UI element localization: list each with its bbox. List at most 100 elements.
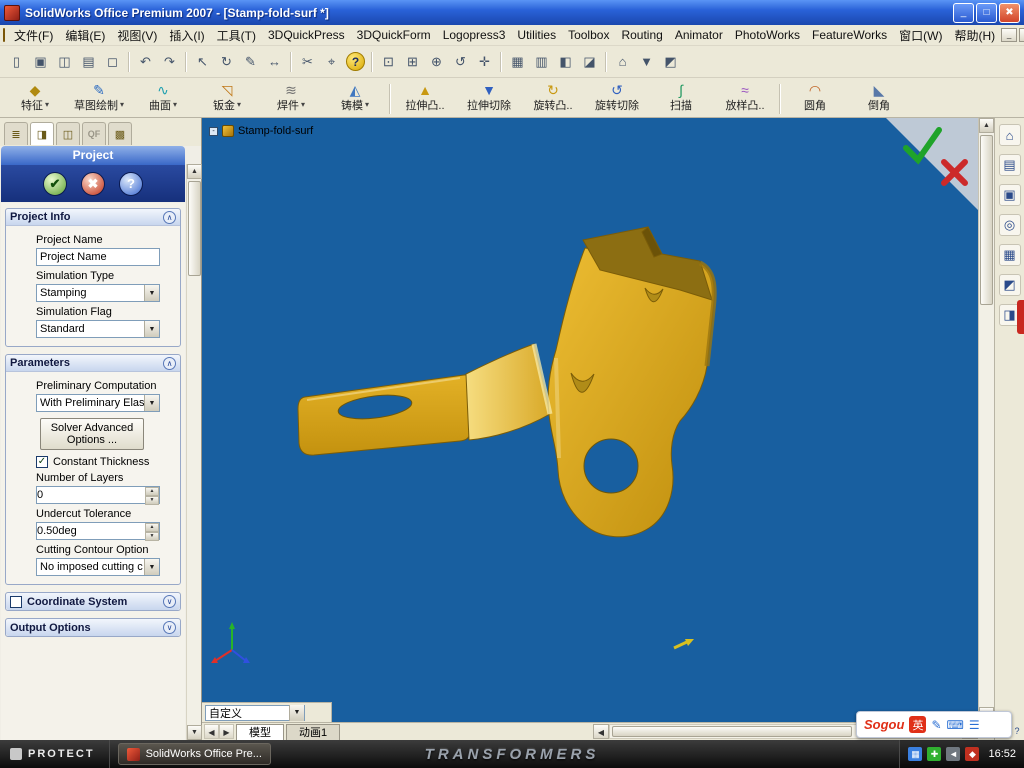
menu-item-routing[interactable]: Routing bbox=[615, 26, 668, 44]
scroll-thumb[interactable] bbox=[980, 135, 993, 305]
combo-arrow-icon[interactable]: ▼ bbox=[144, 559, 159, 575]
start-button[interactable]: PROTECT bbox=[0, 740, 110, 768]
sogou-menu-icon[interactable]: ☰ bbox=[969, 718, 980, 732]
menu-item-insert[interactable]: 插入(I) bbox=[163, 25, 210, 46]
checkbox-checked-icon[interactable]: ✓ bbox=[36, 456, 48, 468]
sogou-pen-icon[interactable]: ✎ bbox=[931, 718, 941, 732]
number-of-layers-input[interactable]: 0 ▲ ▼ bbox=[36, 486, 160, 504]
dimension-icon[interactable]: ↔ bbox=[263, 50, 286, 73]
mdi-restore-button[interactable]: ◱ bbox=[1019, 28, 1024, 42]
menu-item-toolbox[interactable]: Toolbox bbox=[562, 26, 615, 44]
new-icon[interactable]: ▯ bbox=[5, 50, 28, 73]
menu-item-animator[interactable]: Animator bbox=[669, 26, 729, 44]
volume-icon[interactable]: ◄ bbox=[946, 747, 960, 761]
select-icon[interactable]: ↖ bbox=[191, 50, 214, 73]
print-preview-icon[interactable]: ◻ bbox=[101, 50, 124, 73]
graphics-viewport[interactable]: - Stamp-fold-surf 自定义 ▼ bbox=[202, 118, 978, 722]
measure-icon[interactable]: ⌖ bbox=[320, 50, 343, 73]
mdi-minimize-button[interactable]: _ bbox=[1001, 28, 1017, 42]
standard-views-icon[interactable]: ▼ bbox=[635, 50, 658, 73]
chevron-down-icon[interactable]: ∨ bbox=[163, 621, 176, 634]
ribbon-sketch-button[interactable]: ✎ 草图绘制▾ bbox=[67, 80, 131, 115]
section-view-icon[interactable]: ◪ bbox=[578, 50, 601, 73]
menu-item-logopress3[interactable]: Logopress3 bbox=[437, 26, 512, 44]
ribbon-fillet-button[interactable]: ◠ 圆角 bbox=[783, 80, 847, 115]
scroll-up-button[interactable]: ▲ bbox=[979, 118, 994, 133]
close-button[interactable]: ✖ bbox=[999, 3, 1020, 23]
menu-item-featureworks[interactable]: FeatureWorks bbox=[806, 26, 893, 44]
pm-help-button[interactable]: ? bbox=[119, 172, 143, 196]
undo-icon[interactable]: ↶ bbox=[134, 50, 157, 73]
chevron-up-icon[interactable]: ∧ bbox=[163, 357, 176, 370]
maximize-button[interactable]: □ bbox=[976, 3, 997, 23]
file-explorer-icon[interactable]: ▣ bbox=[999, 184, 1021, 206]
ribbon-extrude-boss-button[interactable]: ▲ 拉伸凸.. bbox=[393, 80, 457, 115]
design-library-icon[interactable]: ▤ bbox=[999, 154, 1021, 176]
save-icon[interactable]: ◫ bbox=[53, 50, 76, 73]
solidworks-task-button[interactable]: SolidWorks Office Pre... bbox=[118, 743, 271, 765]
combo-arrow-icon[interactable]: ▼ bbox=[144, 395, 159, 411]
preliminary-computation-select[interactable]: With Preliminary Elas ▼ bbox=[36, 394, 160, 412]
spin-down-button[interactable]: ▼ bbox=[145, 532, 159, 541]
appearance-icon[interactable]: ◩ bbox=[659, 50, 682, 73]
home-icon[interactable]: ⌂ bbox=[999, 124, 1021, 146]
tab-featuremanager[interactable]: ≣ bbox=[4, 122, 28, 145]
redo-icon[interactable]: ↷ bbox=[158, 50, 181, 73]
menu-item-3dquickpress[interactable]: 3DQuickPress bbox=[262, 26, 351, 44]
menu-item-view[interactable]: 视图(V) bbox=[111, 25, 163, 46]
project-name-input[interactable]: Project Name bbox=[36, 248, 160, 266]
tab-nav-right-button[interactable]: ▶ bbox=[219, 724, 234, 739]
menu-item-window[interactable]: 窗口(W) bbox=[893, 25, 948, 46]
feature-tree-root[interactable]: - Stamp-fold-surf bbox=[209, 125, 313, 137]
rotate-view-icon[interactable]: ↺ bbox=[449, 50, 472, 73]
tab-propertymanager[interactable]: ◨ bbox=[30, 122, 54, 145]
trim-icon[interactable]: ✂ bbox=[296, 50, 319, 73]
open-icon[interactable]: ▣ bbox=[29, 50, 52, 73]
viewport-canvas[interactable] bbox=[202, 118, 978, 722]
sketch-icon[interactable]: ✎ bbox=[239, 50, 262, 73]
ribbon-surfaces-button[interactable]: ∿ 曲面▾ bbox=[131, 80, 195, 115]
coordinate-system-checkbox[interactable] bbox=[10, 596, 22, 608]
cutting-contour-select[interactable]: No imposed cutting c ▼ bbox=[36, 558, 160, 576]
ok-button[interactable]: ✔ bbox=[43, 172, 67, 196]
zoom-in-out-icon[interactable]: ⊕ bbox=[425, 50, 448, 73]
undercut-tolerance-input[interactable]: 0.50deg ▲ ▼ bbox=[36, 522, 160, 540]
output-options-group-header[interactable]: Output Options ∨ bbox=[6, 619, 180, 636]
combo-arrow-icon[interactable]: ▼ bbox=[144, 285, 159, 301]
ribbon-weldments-button[interactable]: ≋ 焊件▾ bbox=[259, 80, 323, 115]
sogou-logo[interactable]: Sogou bbox=[864, 717, 904, 732]
rebuild-icon[interactable]: ↻ bbox=[215, 50, 238, 73]
spin-down-button[interactable]: ▼ bbox=[145, 496, 159, 505]
ribbon-revolve-boss-button[interactable]: ↻ 旋转凸.. bbox=[521, 80, 585, 115]
scroll-down-button[interactable]: ▼ bbox=[187, 725, 202, 740]
network-icon[interactable]: ▦ bbox=[908, 747, 922, 761]
cancel-button[interactable]: ✖ bbox=[81, 172, 105, 196]
viewport-vertical-scrollbar[interactable]: ▲ ▼ bbox=[978, 118, 994, 722]
view-orientation-combo[interactable]: 自定义 ▼ bbox=[205, 705, 305, 721]
ribbon-moldtools-button[interactable]: ◭ 铸模▾ bbox=[323, 80, 387, 115]
appearances-icon[interactable]: ◩ bbox=[999, 274, 1021, 296]
sogou-mode-badge[interactable]: 英 bbox=[909, 716, 926, 733]
shaded-icon[interactable]: ◧ bbox=[554, 50, 577, 73]
menu-item-3dquickform[interactable]: 3DQuickForm bbox=[351, 26, 437, 44]
zoom-fit-icon[interactable]: ⊡ bbox=[377, 50, 400, 73]
spin-up-button[interactable]: ▲ bbox=[145, 523, 159, 532]
model-tab[interactable]: 模型 bbox=[236, 724, 284, 740]
scroll-up-button[interactable]: ▲ bbox=[187, 164, 202, 179]
ribbon-chamfer-button[interactable]: ◣ 倒角 bbox=[847, 80, 911, 115]
chevron-up-icon[interactable]: ∧ bbox=[163, 211, 176, 224]
solver-advanced-options-button[interactable]: Solver Advanced Options ... bbox=[40, 418, 144, 450]
parameters-group-header[interactable]: Parameters ∧ bbox=[6, 355, 180, 372]
tab-nav-left-button[interactable]: ◀ bbox=[204, 724, 219, 739]
simulation-type-select[interactable]: Stamping ▼ bbox=[36, 284, 160, 302]
antivirus-icon[interactable]: ✚ bbox=[927, 747, 941, 761]
coordinate-system-group-header[interactable]: Coordinate System ∨ bbox=[6, 593, 180, 610]
menu-item-utilities[interactable]: Utilities bbox=[511, 26, 562, 44]
tree-expand-icon[interactable]: - bbox=[209, 127, 218, 136]
print-icon[interactable]: ▤ bbox=[77, 50, 100, 73]
project-info-group-header[interactable]: Project Info ∧ bbox=[6, 209, 180, 226]
ribbon-extrude-cut-button[interactable]: ▼ 拉伸切除 bbox=[457, 80, 521, 115]
tab-custom[interactable]: ▩ bbox=[108, 122, 132, 145]
wireframe-icon[interactable]: ▦ bbox=[506, 50, 529, 73]
ribbon-sheetmetal-button[interactable]: ◹ 钣金▾ bbox=[195, 80, 259, 115]
